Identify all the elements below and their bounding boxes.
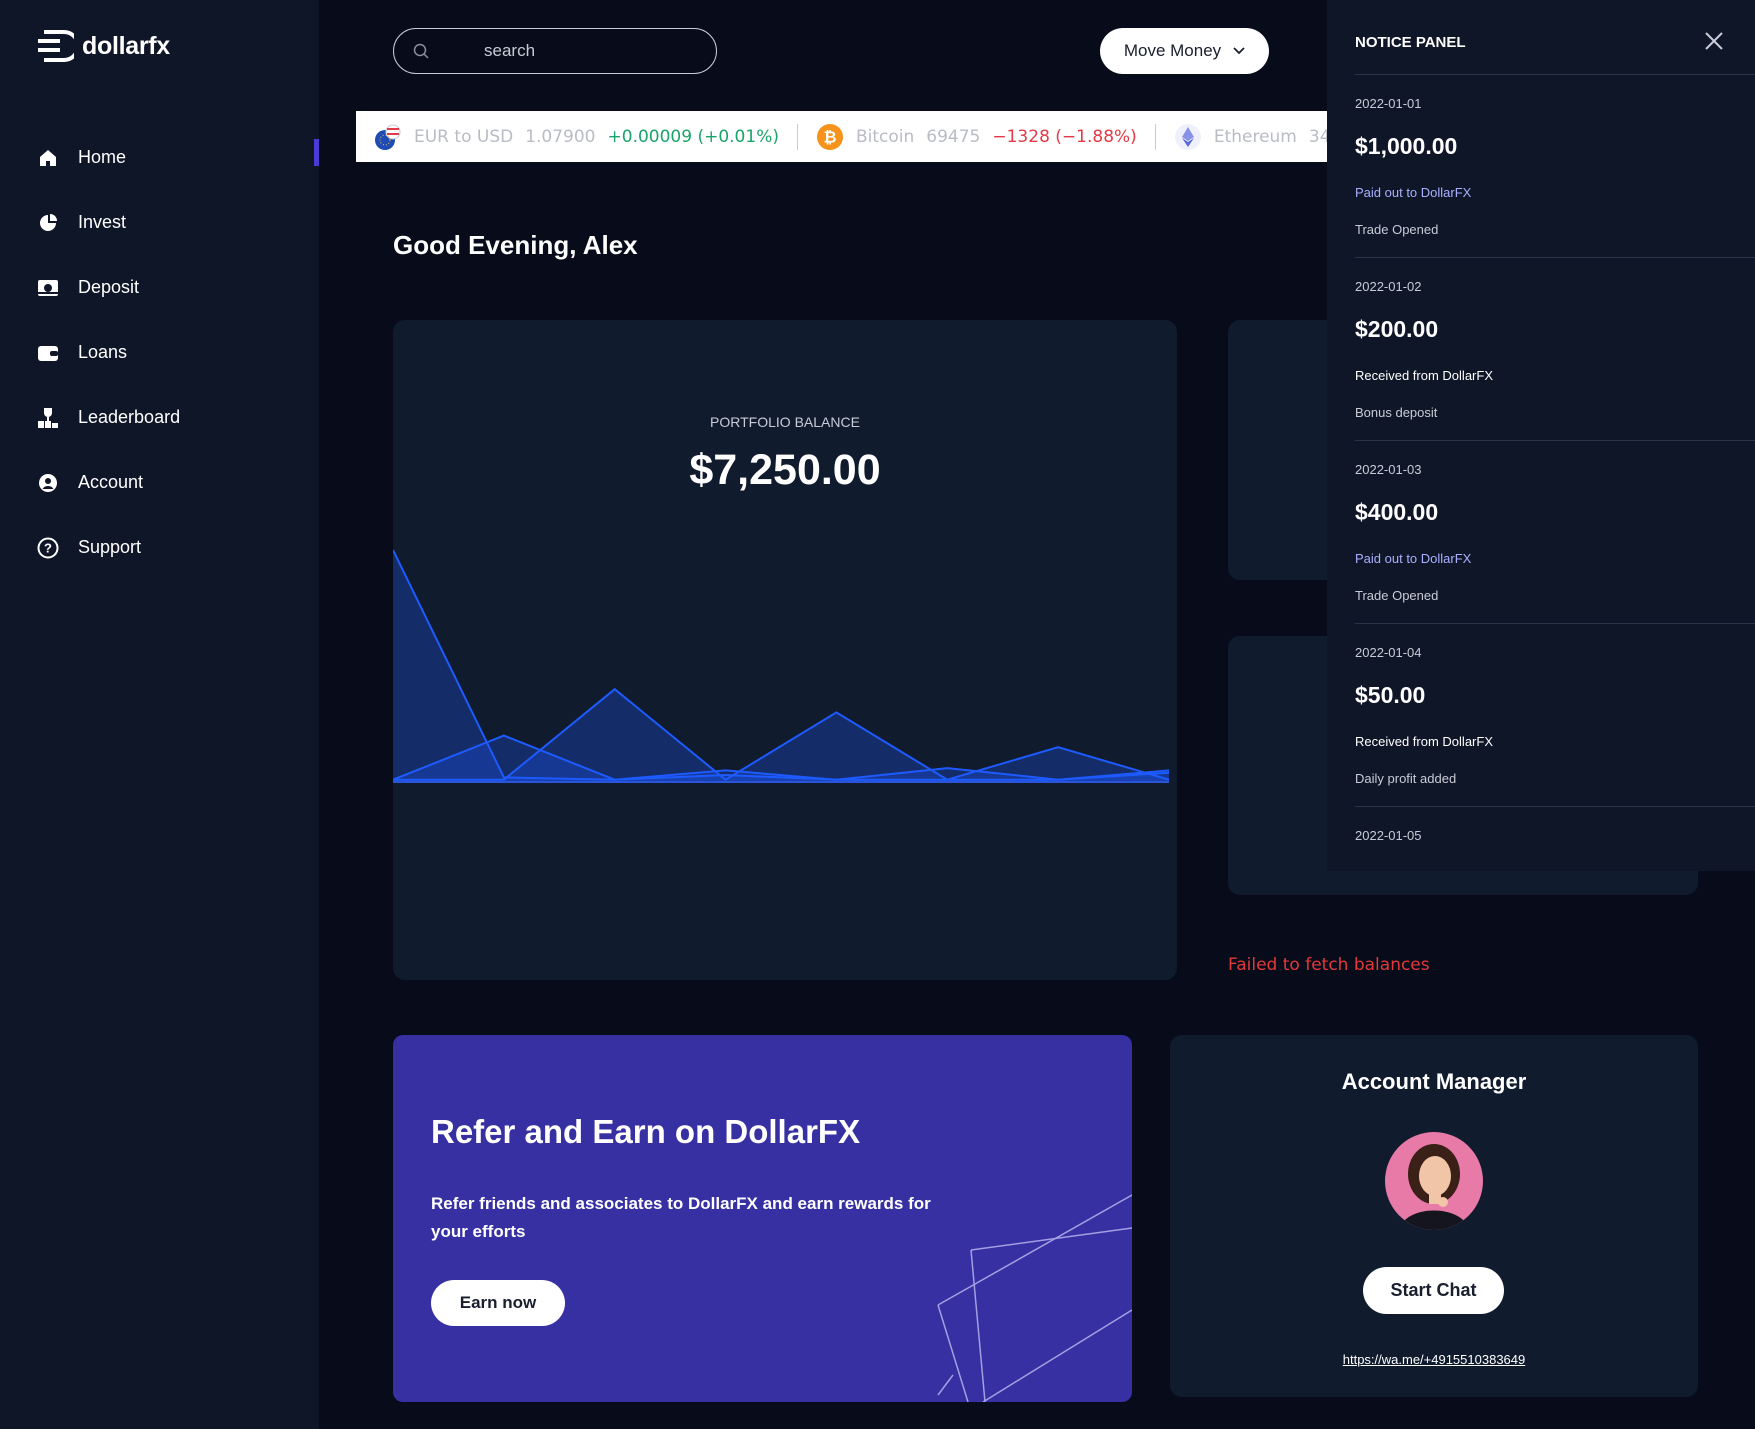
refer-title: Refer and Earn on DollarFX: [431, 1113, 861, 1150]
ethereum-icon: [1174, 123, 1201, 150]
notice-description: Received from DollarFX: [1355, 734, 1493, 749]
avatar: [1385, 1132, 1483, 1230]
sidebar-item-label: Invest: [78, 212, 127, 232]
notice-description: Paid out to DollarFX: [1355, 185, 1472, 200]
account-manager-title: Account Manager: [1341, 1069, 1527, 1094]
move-money-label: Move Money: [1123, 41, 1222, 60]
ticker-item[interactable]: Ethereum 3484.6: [1156, 123, 1327, 150]
search-box[interactable]: [393, 28, 717, 74]
sidebar-item-label: Loans: [78, 342, 128, 362]
brand-logo[interactable]: dollarfx: [36, 28, 170, 64]
greeting: Good Evening, Alex: [393, 230, 638, 260]
notice-amount: $400.00: [1355, 499, 1439, 525]
notice-note: Daily profit added: [1355, 771, 1457, 786]
sidebar-item-home[interactable]: Home: [0, 125, 319, 190]
notice-date: 2022-01-05: [1355, 828, 1422, 843]
user-circle-icon: [37, 472, 59, 494]
portfolio-card: PORTFOLIO BALANCE $7,250.00: [393, 320, 1177, 980]
ticker-name: Bitcoin: [855, 126, 915, 147]
sidebar-item-label: Home: [78, 147, 127, 167]
error-message: Failed to fetch balances: [1228, 955, 1430, 975]
notice-amount: $200.00: [1355, 316, 1439, 342]
eu-us-flag-icon: [375, 124, 401, 150]
notice-description: Paid out to DollarFX: [1355, 551, 1472, 566]
notice-item[interactable]: 2022-01-01 $1,000.00 Paid out to DollarF…: [1355, 75, 1755, 258]
cash-icon: [37, 277, 59, 299]
trophy-icon: [37, 407, 59, 429]
ticker-price: 1.07900: [525, 126, 596, 147]
notice-panel: NOTICE PANEL 2022-01-01 $1,000.00 Paid o…: [1327, 0, 1755, 871]
help-circle-icon: ?: [37, 537, 59, 559]
notice-item[interactable]: 2022-01-05: [1355, 807, 1755, 871]
start-chat-button[interactable]: Start Chat: [1363, 1267, 1504, 1314]
notice-note: Trade Opened: [1355, 588, 1439, 603]
refer-description: Refer friends and associates to DollarFX…: [431, 1194, 931, 1241]
search-input[interactable]: [484, 41, 664, 61]
ticker-name: Ethereum: [1213, 126, 1297, 147]
notice-panel-title: NOTICE PANEL: [1355, 34, 1466, 51]
sidebar-item-deposit[interactable]: Deposit: [0, 255, 319, 320]
sidebar-item-leaderboard[interactable]: Leaderboard: [0, 385, 319, 450]
sidebar-item-label: Account: [78, 472, 144, 492]
close-icon[interactable]: [1703, 30, 1725, 52]
account-manager-card: Account Manager Start Chat https://wa.me…: [1170, 1035, 1698, 1397]
refer-card: Refer and Earn on DollarFX Refer friends…: [393, 1035, 1132, 1402]
notice-amount: $1,000.00: [1355, 133, 1458, 159]
notice-date: 2022-01-01: [1355, 96, 1422, 111]
sidebar-item-label: Leaderboard: [78, 407, 181, 427]
bitcoin-icon: ₿: [816, 123, 843, 150]
notice-item[interactable]: 2022-01-02 $200.00 Received from DollarF…: [1355, 258, 1755, 441]
notice-note: Bonus deposit: [1355, 405, 1438, 420]
portfolio-chart: [393, 550, 1170, 783]
svg-text:₿: ₿: [823, 127, 836, 146]
ticker-item[interactable]: EUR to USD 1.07900 +0.00009 (+0.01%): [356, 123, 798, 150]
notice-date: 2022-01-03: [1355, 462, 1422, 477]
portfolio-balance: $7,250.00: [689, 446, 881, 494]
ticker-name: EUR to USD: [414, 126, 514, 147]
sidebar: dollarfx Home Invest Deposit Loans Leade…: [0, 0, 319, 1429]
sidebar-item-loans[interactable]: Loans: [0, 320, 319, 385]
sidebar-item-support[interactable]: ? Support: [0, 515, 319, 580]
ticker-price: 69475: [926, 126, 981, 147]
ticker-change: −1328 (−1.88%): [992, 126, 1137, 147]
ticker-change: +0.00009 (+0.01%): [607, 126, 779, 147]
notice-date: 2022-01-02: [1355, 279, 1422, 294]
sidebar-item-invest[interactable]: Invest: [0, 190, 319, 255]
earn-now-button[interactable]: Earn now: [431, 1280, 565, 1326]
market-ticker: EUR to USD 1.07900 +0.00009 (+0.01%) ₿ B…: [356, 111, 1327, 162]
brand-name: dollarfx: [82, 31, 170, 60]
ticker-item[interactable]: ₿ Bitcoin 69475 −1328 (−1.88%): [798, 123, 1156, 150]
sidebar-item-label: Deposit: [78, 277, 140, 297]
portfolio-label: PORTFOLIO BALANCE: [710, 414, 860, 430]
notice-list: 2022-01-01 $1,000.00 Paid out to DollarF…: [1355, 75, 1755, 871]
sidebar-nav: Home Invest Deposit Loans Leaderboard Ac…: [0, 125, 319, 580]
pie-chart-icon: [37, 212, 59, 234]
home-icon: [37, 147, 59, 169]
notice-note: Trade Opened: [1355, 222, 1439, 237]
search-icon: [413, 43, 429, 59]
notice-item[interactable]: 2022-01-04 $50.00 Received from DollarFX…: [1355, 624, 1755, 807]
sidebar-item-account[interactable]: Account: [0, 450, 319, 515]
svg-text:?: ?: [44, 540, 52, 555]
notice-amount: $50.00: [1355, 682, 1426, 708]
notice-date: 2022-01-04: [1355, 645, 1422, 660]
wallet-icon: [37, 342, 59, 364]
ticker-price: 3484.6: [1308, 126, 1327, 147]
sidebar-item-label: Support: [78, 537, 142, 557]
dollarfx-logo-icon: [38, 30, 74, 62]
notice-description: Received from DollarFX: [1355, 368, 1493, 383]
whatsapp-link[interactable]: https://wa.me/+4915510383649: [1170, 1352, 1698, 1367]
notice-item[interactable]: 2022-01-03 $400.00 Paid out to DollarFX …: [1355, 441, 1755, 624]
move-money-button[interactable]: Move Money: [1100, 28, 1269, 74]
chevron-down-icon: [1233, 47, 1245, 55]
